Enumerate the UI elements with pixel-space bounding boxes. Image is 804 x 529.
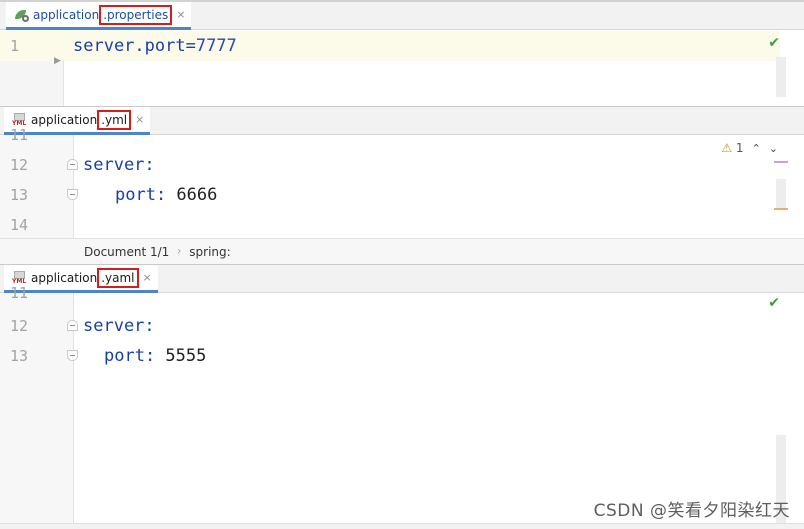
fold-marker-icon[interactable] [67, 159, 78, 170]
chevron-down-icon[interactable]: ⌄ [769, 142, 778, 155]
code-editor[interactable]: 11 12 server: 13 port: 6666 14 ⚠ 1 ⌃ ⌄ [0, 126, 804, 240]
code-line[interactable]: 12 server: [0, 150, 780, 180]
spring-properties-icon [14, 9, 29, 22]
code-line[interactable]: 11 [0, 278, 780, 308]
warnings-count: 1 [735, 141, 744, 155]
tab-label-prefix: application [33, 7, 100, 22]
yaml-key: server: [83, 316, 155, 336]
code-text: port: 6666 [115, 185, 217, 205]
property-key: server.port= [73, 36, 196, 56]
check-icon: ✔ [768, 35, 780, 51]
scrollbar[interactable] [776, 179, 786, 209]
fold-marker-icon[interactable] [67, 189, 78, 200]
warning-icon: ⚠ [721, 141, 733, 155]
code-line[interactable]: 12 server: [0, 311, 780, 341]
code-text: port: 5555 [104, 346, 206, 366]
code-line[interactable]: 13 port: 6666 [0, 180, 780, 210]
check-icon: ✔ [768, 295, 780, 311]
tab-bar: application .properties × [0, 0, 804, 30]
breadcrumb-document[interactable]: Document 1/1 [84, 245, 169, 259]
yaml-key: port: [104, 346, 156, 366]
editor-pane-yml: YML application .yml × 11 12 server: 13 … [0, 106, 804, 264]
code-line[interactable]: 13 port: 5555 [0, 341, 780, 371]
line-number: 11 [10, 126, 29, 144]
code-text: server.port=7777 [73, 36, 237, 56]
line-number: 1 [10, 37, 20, 55]
fold-marker-icon[interactable] [67, 350, 78, 361]
line-number: 13 [10, 186, 29, 204]
yaml-value: 5555 [155, 346, 207, 366]
error-stripe-marker[interactable] [774, 161, 788, 163]
code-editor[interactable]: 1 server.port=7777 ▶ ✔ [0, 31, 804, 106]
editor-pane-yaml: YML application .yaml × 11 12 server: 13… [0, 264, 804, 529]
warnings-indicator[interactable]: ⚠ 1 [721, 141, 743, 155]
inspection-widget[interactable]: ⚠ 1 ⌃ ⌄ [721, 141, 778, 155]
watermark: CSDN @笑看夕阳染红天 [593, 501, 790, 521]
code-line[interactable]: 14 [0, 210, 780, 240]
chevron-up-icon[interactable]: ⌃ [752, 142, 761, 155]
status-strip [0, 523, 804, 529]
line-number: 12 [10, 156, 29, 174]
line-number: 13 [10, 347, 29, 365]
tab-label-extension: .properties [99, 4, 173, 25]
fold-arrow-icon[interactable]: ▶ [54, 56, 61, 66]
error-stripe-marker[interactable] [774, 208, 788, 210]
editor-pane-properties: application .properties × 1 server.port=… [0, 0, 804, 106]
line-number: 11 [10, 284, 29, 302]
yaml-key: server: [83, 155, 155, 175]
code-line[interactable]: 1 server.port=7777 [0, 31, 780, 61]
close-tab-icon[interactable]: × [176, 8, 185, 21]
breadcrumb: Document 1/1 › spring: [0, 238, 804, 264]
line-number: 12 [10, 317, 29, 335]
code-line[interactable]: 11 [0, 120, 780, 150]
property-value: 7777 [195, 36, 237, 56]
tab-application-properties[interactable]: application .properties × [6, 2, 192, 30]
chevron-right-icon: › [177, 246, 182, 257]
yaml-value: 6666 [166, 185, 218, 205]
fold-marker-icon[interactable] [67, 320, 78, 331]
line-number: 14 [10, 216, 29, 234]
scrollbar[interactable] [776, 57, 786, 97]
breadcrumb-item[interactable]: spring: [189, 245, 230, 259]
yaml-key: port: [115, 185, 167, 205]
code-editor[interactable]: 11 12 server: 13 port: 5555 ✔ [0, 284, 804, 525]
